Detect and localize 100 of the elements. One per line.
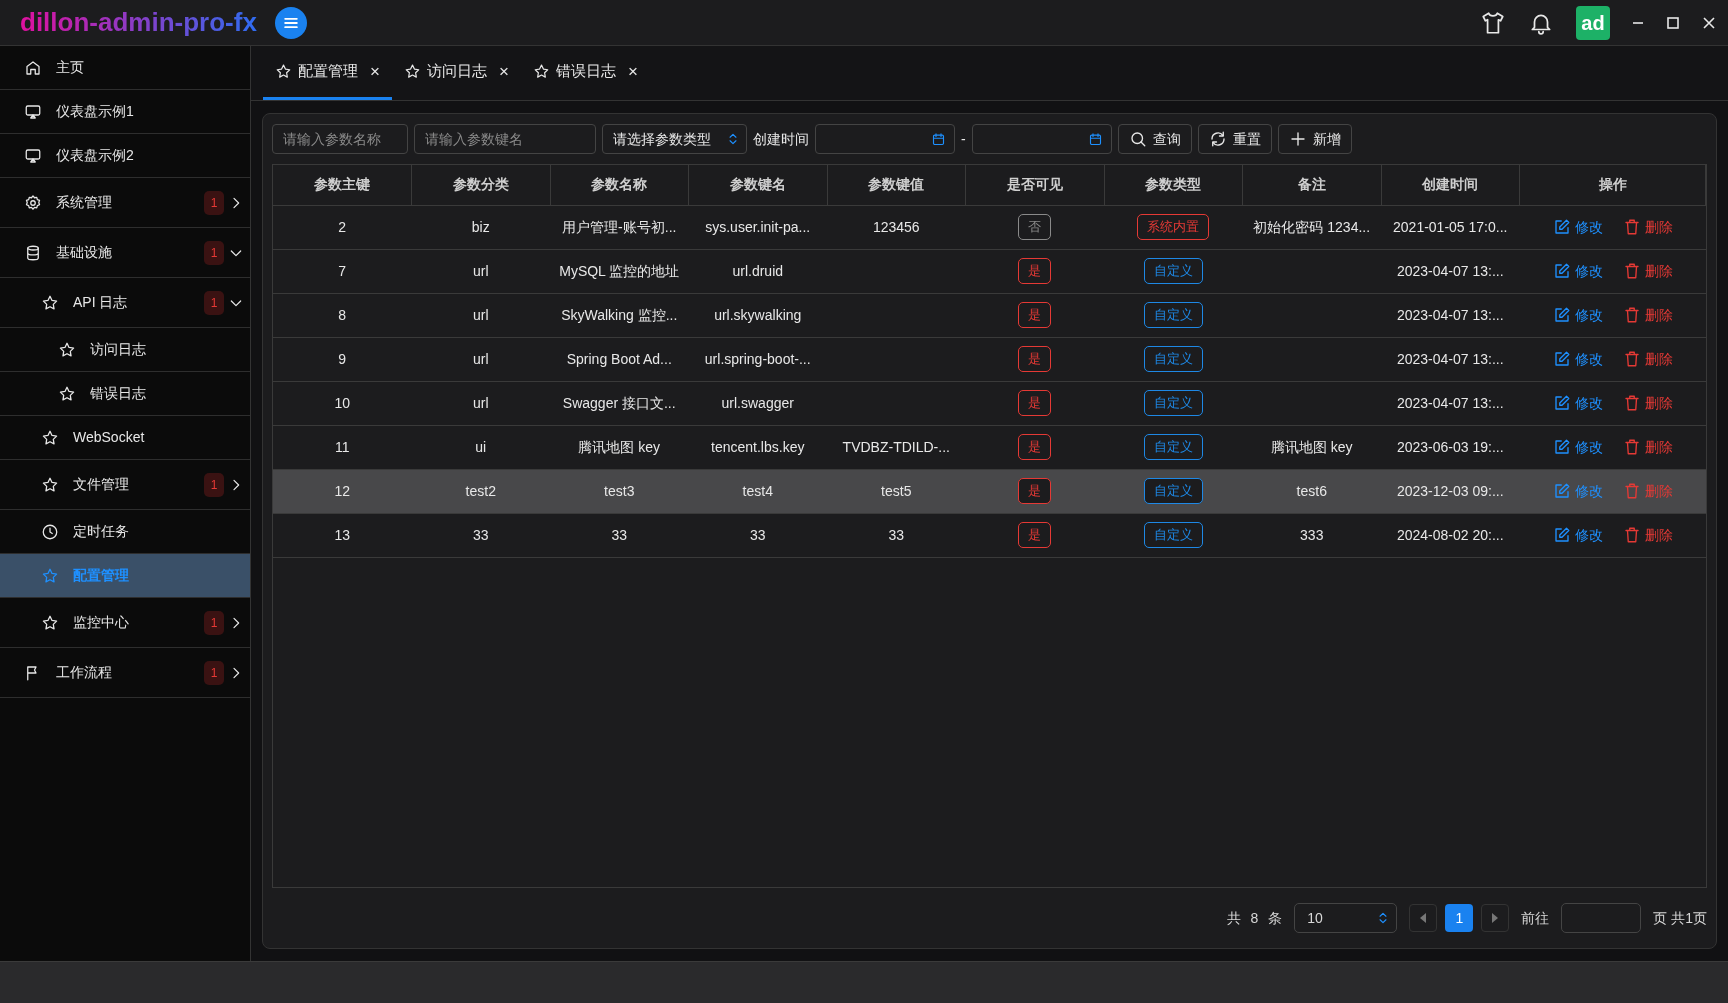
edit-icon — [1552, 526, 1571, 545]
trash-icon — [1622, 350, 1641, 369]
edit-link[interactable]: 修改 — [1552, 260, 1603, 282]
tab[interactable]: 配置管理 × — [263, 46, 392, 100]
visible-tag: 是 — [1018, 434, 1052, 460]
sidebar-item[interactable]: 监控中心 1 — [0, 598, 250, 648]
visible-tag: 是 — [1018, 522, 1052, 548]
sidebar-item[interactable]: API 日志 1 — [0, 278, 250, 328]
menu-button[interactable] — [274, 6, 307, 39]
table-cell-text: 333 — [1300, 525, 1324, 545]
column-header: 参数类型 — [1104, 165, 1243, 205]
column-header: 参数键值 — [827, 165, 966, 205]
tab-close-button[interactable]: × — [627, 58, 638, 85]
name-input-field[interactable]: 请输入参数名称 — [272, 124, 408, 154]
column-header: 是否可见 — [965, 165, 1104, 205]
delete-link[interactable]: 删除 — [1622, 304, 1673, 326]
tab[interactable]: 错误日志 × — [520, 46, 650, 100]
table-cell-text: 2021-01-05 17:0... — [1393, 217, 1508, 237]
maximize-button[interactable] — [1666, 15, 1680, 30]
table-cell-text: url — [472, 393, 489, 413]
delete-link[interactable]: 删除 — [1622, 392, 1673, 414]
star-icon — [275, 63, 292, 80]
theme-button[interactable] — [1480, 9, 1506, 36]
sidebar-item[interactable]: 文件管理 1 — [0, 460, 250, 510]
search-button[interactable]: 查询 — [1117, 124, 1192, 154]
star-icon — [403, 63, 421, 80]
column-header: 创建时间 — [1381, 165, 1520, 205]
type-tag: 自定义 — [1143, 390, 1203, 416]
sidebar-item[interactable]: 访问日志 — [0, 328, 250, 372]
delete-link[interactable]: 删除 — [1622, 436, 1673, 458]
close-button[interactable] — [1702, 15, 1716, 30]
shirt-icon — [1480, 9, 1506, 36]
type-select[interactable]: 请选择参数类型 — [602, 124, 747, 154]
edit-link[interactable]: 修改 — [1552, 304, 1603, 326]
trash-icon — [1622, 394, 1641, 413]
sidebar-item[interactable]: 错误日志 — [0, 372, 250, 416]
page-input-field[interactable] — [1561, 903, 1642, 933]
trash-icon — [1622, 526, 1641, 545]
star-icon — [41, 613, 59, 632]
trash-icon — [1622, 262, 1641, 281]
edit-link[interactable]: 修改 — [1552, 436, 1603, 458]
sidebar-item[interactable]: 系统管理 1 — [0, 178, 250, 228]
count-badge: 1 — [204, 190, 224, 215]
table-cell-text: 2023-12-03 09:... — [1396, 481, 1504, 501]
previous-page-button[interactable] — [1409, 904, 1438, 932]
table-cell-text: test2 — [465, 481, 496, 501]
page-button[interactable]: 1 — [1445, 904, 1474, 932]
table-cell-text: test4 — [742, 481, 773, 501]
key-input-field[interactable]: 请输入参数键名 — [414, 124, 596, 154]
date-separator: - — [961, 129, 966, 149]
table-cell-text: 12 — [334, 481, 351, 501]
sidebar-item[interactable]: 仪表盘示例2 — [0, 134, 250, 178]
database-icon — [24, 243, 42, 262]
next-page-button[interactable] — [1481, 904, 1510, 932]
delete-link[interactable]: 删除 — [1622, 260, 1673, 282]
search-icon — [1128, 130, 1147, 148]
table-cell-text: 9 — [338, 349, 347, 369]
delete-link[interactable]: 删除 — [1622, 524, 1673, 546]
sidebar-item[interactable]: 主页 — [0, 46, 250, 90]
table-cell-text: sys.user.init-pa... — [705, 217, 811, 237]
table-cell-text: 用户管理-账号初... — [562, 217, 677, 237]
end-date-field[interactable] — [971, 124, 1112, 154]
edit-link[interactable]: 修改 — [1552, 392, 1603, 414]
sidebar-item[interactable]: 工作流程 1 — [0, 648, 250, 698]
sidebar-item[interactable]: WebSocket — [0, 416, 250, 460]
sidebar-item[interactable]: 基础设施 1 — [0, 228, 250, 278]
table-cell-text: 2023-04-07 13:... — [1396, 261, 1504, 281]
start-date-field[interactable] — [815, 124, 955, 154]
edit-link[interactable]: 修改 — [1552, 216, 1603, 238]
table-cell-text: url — [472, 261, 489, 281]
total-count: 共 8 条 — [1226, 908, 1283, 928]
table-cell-text: url — [472, 349, 489, 369]
type-tag: 自定义 — [1143, 434, 1203, 460]
minimize-button[interactable] — [1632, 21, 1644, 24]
page-size-select[interactable]: 10 — [1294, 903, 1398, 933]
delete-link[interactable]: 删除 — [1622, 348, 1673, 370]
table-cell-text: TVDBZ-TDILD-... — [842, 437, 950, 457]
tab-close-button[interactable]: × — [498, 58, 509, 85]
add-button[interactable]: 新增 — [1277, 124, 1352, 154]
delete-link[interactable]: 删除 — [1622, 216, 1673, 238]
table-cell-text: 123456 — [872, 217, 920, 237]
tab-close-button[interactable]: × — [370, 58, 380, 85]
type-tag: 自定义 — [1143, 478, 1203, 504]
edit-link[interactable]: 修改 — [1552, 524, 1603, 546]
edit-link[interactable]: 修改 — [1552, 348, 1603, 370]
table-cell-text: 11 — [334, 437, 350, 457]
table-cell-text: 腾讯地图 key — [578, 437, 661, 457]
monitor-icon — [24, 146, 42, 165]
column-header: 参数分类 — [411, 165, 550, 205]
tab[interactable]: 访问日志 × — [391, 46, 521, 100]
caret-right-icon — [1491, 913, 1500, 923]
star-icon — [58, 384, 76, 403]
clock-icon — [41, 522, 59, 541]
calendar-icon — [931, 131, 946, 147]
table-cell-text: 8 — [338, 305, 347, 325]
sidebar-item[interactable]: 仪表盘示例1 — [0, 90, 250, 134]
visible-tag: 是 — [1018, 302, 1052, 328]
edit-icon — [1552, 262, 1571, 281]
reset-button[interactable]: 重置 — [1197, 124, 1272, 154]
table-cell-text: 2023-04-07 13:... — [1396, 305, 1504, 325]
